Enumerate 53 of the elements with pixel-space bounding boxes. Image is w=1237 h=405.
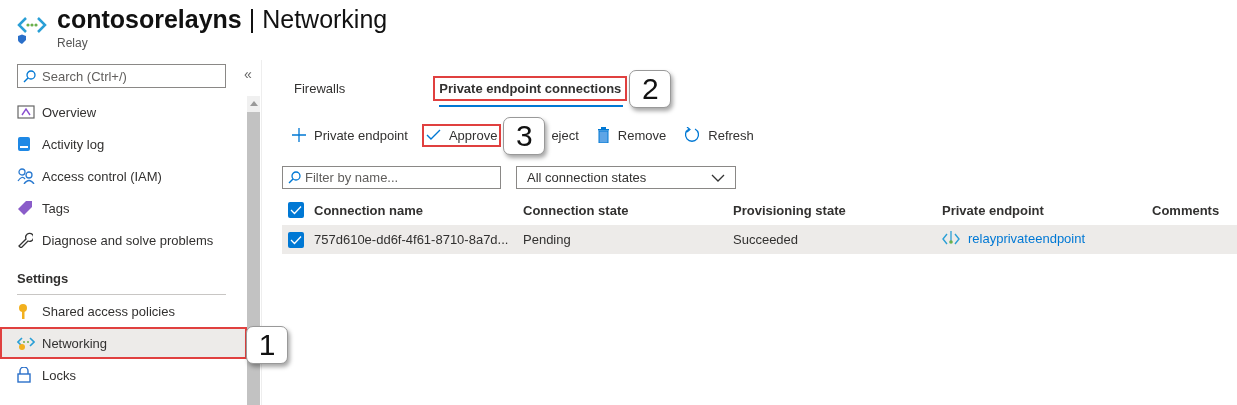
collapse-button[interactable]: « (244, 60, 260, 96)
key-icon (17, 303, 29, 319)
nav-item[interactable]: Locks (0, 359, 247, 391)
nav-item[interactable]: Diagnose and solve problems (0, 224, 247, 256)
approve-button[interactable]: Approve (421, 123, 502, 147)
column-header[interactable]: Private endpoint (942, 202, 1044, 218)
add-button[interactable]: Private endpoint (288, 123, 412, 147)
relay-icon (17, 14, 47, 46)
nav-item[interactable]: Shared access policies (0, 295, 247, 327)
refresh-icon (684, 127, 701, 143)
tab[interactable]: Private endpoint connections (433, 75, 628, 101)
column-header[interactable]: Comments (1152, 202, 1220, 218)
search-icon (23, 70, 36, 83)
column-header[interactable]: Connection state (523, 202, 629, 218)
nav-item[interactable]: Tags (0, 192, 247, 224)
people-icon (17, 168, 35, 184)
plus-icon (292, 128, 306, 142)
network-icon (17, 335, 35, 351)
nav-item[interactable]: Networking (0, 327, 247, 359)
page-title: contosorelayns | Networking (57, 5, 388, 34)
state-dropdown[interactable]: All connection states (516, 166, 736, 189)
step-number-tooltip: 2 (629, 69, 672, 108)
nav-item[interactable]: Access control (IAM) (0, 160, 247, 192)
tag-icon (17, 200, 33, 216)
search-field[interactable]: Search (Ctrl+/) (17, 64, 226, 88)
section-heading: Settings (16, 269, 70, 288)
page-subtitle: Relay (57, 36, 89, 50)
column-header[interactable]: Connection name (314, 202, 424, 218)
step-number-tooltip: 1 (246, 326, 288, 364)
table-row[interactable]: 757d610e-dd6f-4f61-8710-8a7d... Pending Succeeded relayprivateendpoint (282, 225, 1237, 254)
column-header[interactable]: Provisioning state (733, 202, 846, 218)
chevron-down-icon (711, 173, 725, 182)
table-cell-text: Pending (523, 232, 571, 247)
nav-item[interactable]: Activity log (0, 128, 247, 160)
trash-icon (596, 127, 610, 143)
remove-button[interactable]: Remove (592, 123, 671, 147)
overview-icon (17, 105, 35, 119)
checkmark-icon (425, 129, 441, 141)
nav-item[interactable]: Overview (0, 96, 247, 128)
tab[interactable]: Firewalls (288, 75, 352, 101)
log-icon (17, 136, 31, 152)
lock-icon (17, 367, 31, 383)
search-icon (288, 171, 301, 184)
checkbox[interactable] (288, 231, 304, 248)
wrench-icon (17, 232, 33, 248)
endpoint-icon (942, 230, 960, 246)
reject-button[interactable]: eject (547, 123, 583, 147)
table-cell-text: 757d610e-dd6f-4f61-8710-8a7d... (314, 232, 509, 247)
refresh-button[interactable]: Refresh (680, 123, 758, 147)
table-cell-text: Succeeded (733, 232, 799, 247)
checkbox[interactable] (288, 202, 304, 219)
filter-field[interactable]: Filter by name... (282, 166, 501, 189)
step-number-tooltip: 3 (503, 116, 546, 155)
